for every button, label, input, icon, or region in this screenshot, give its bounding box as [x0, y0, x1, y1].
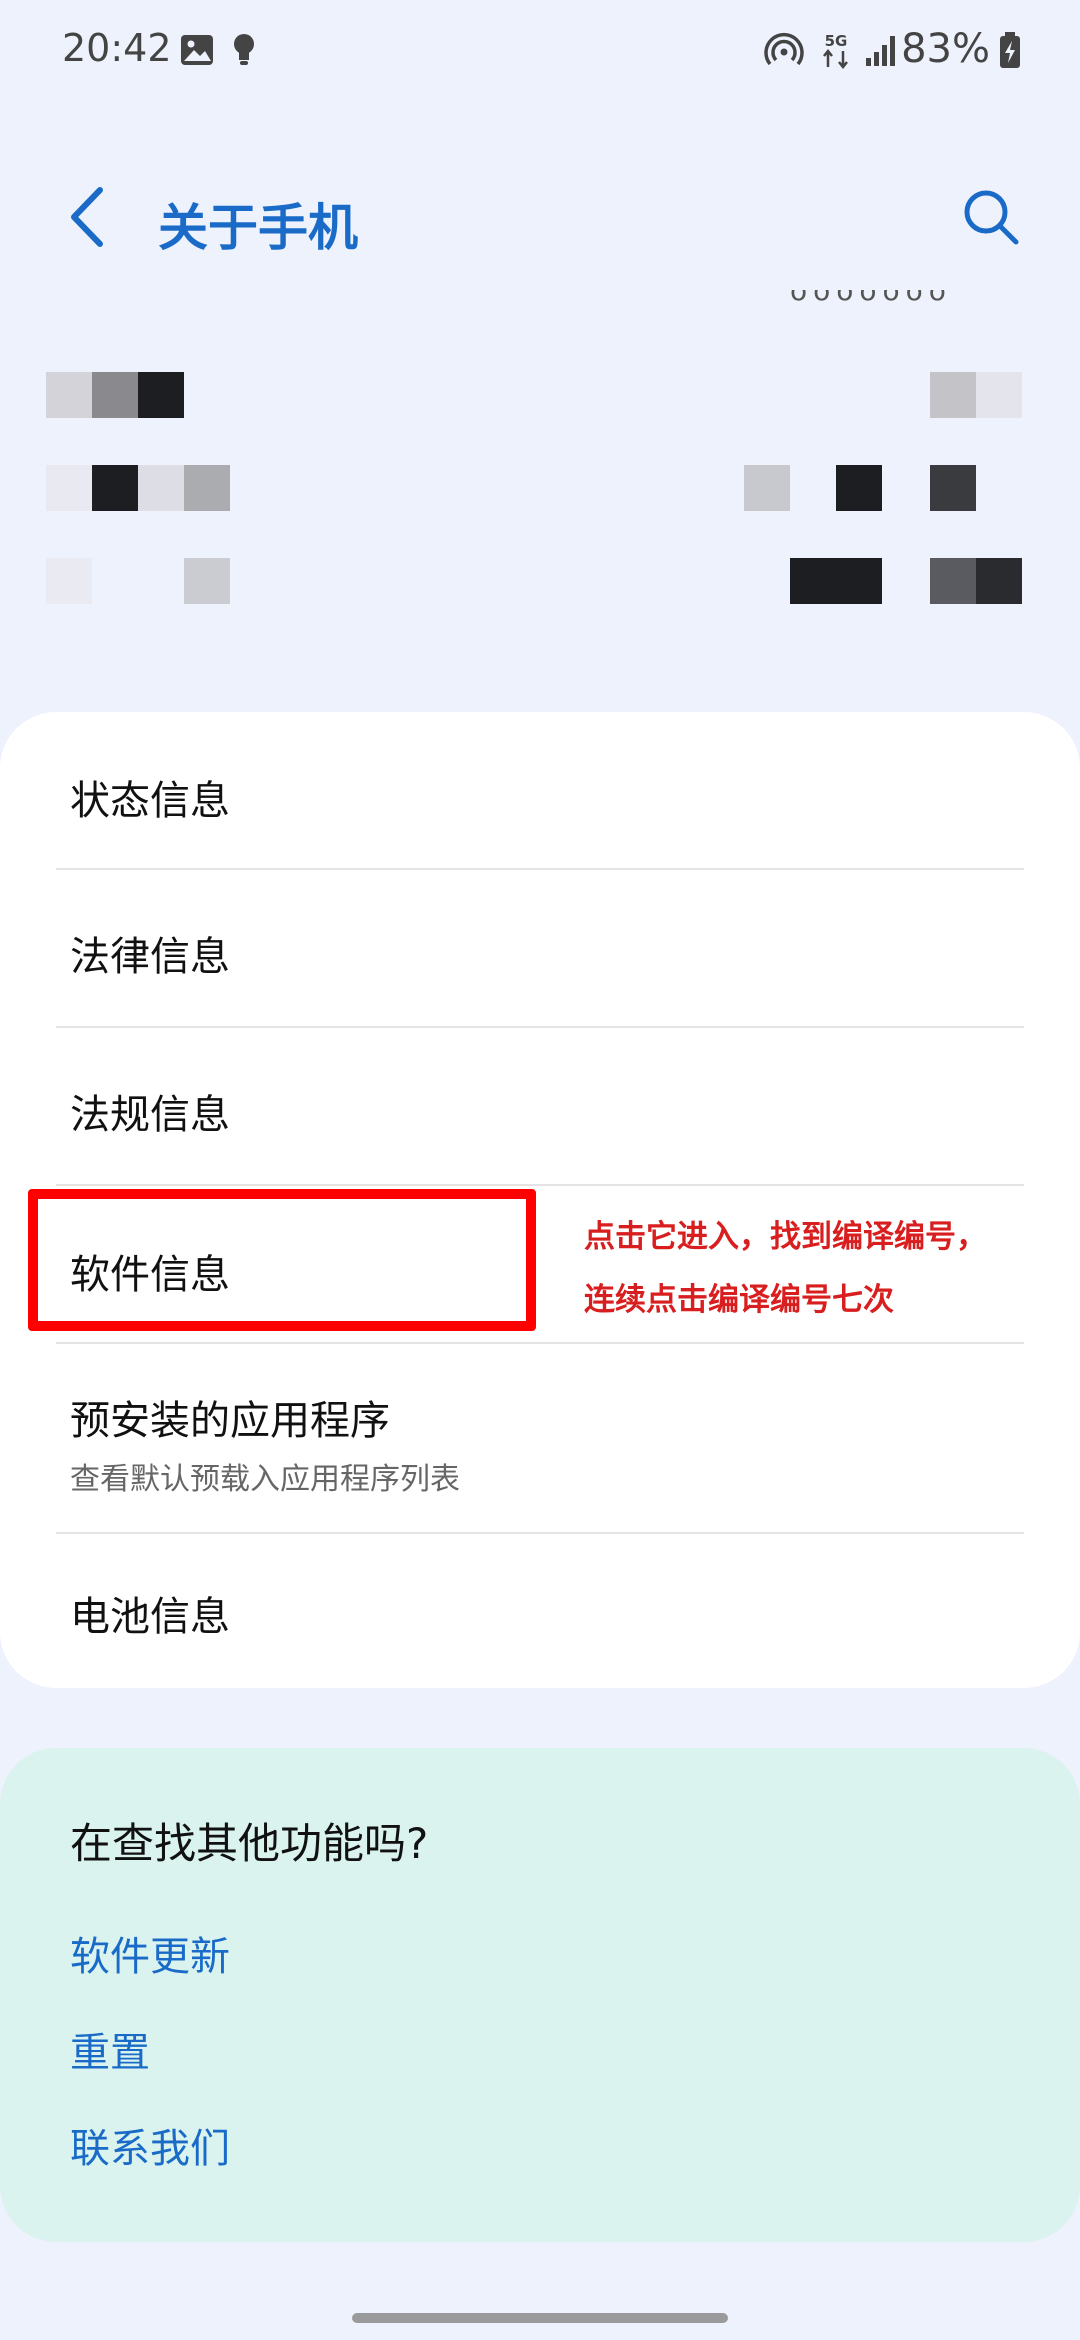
bulb-icon: [234, 34, 254, 65]
list-item-preinstalled-apps[interactable]: 预安装的应用程序 查看默认预载入应用程序列表: [0, 1344, 1080, 1532]
list-item-status-info[interactable]: 状态信息: [0, 712, 1080, 868]
image-icon: [181, 35, 213, 65]
scrolled-text-fragment: ooooooo: [790, 290, 952, 307]
list-item-regulatory-info[interactable]: 法规信息: [0, 1028, 1080, 1184]
status-bar: 20:42 5G 83%: [0, 0, 1080, 100]
svg-text:5G: 5G: [825, 32, 848, 50]
item-title: 状态信息: [70, 778, 230, 824]
annotation-line-2: 连续点击编译编号七次: [584, 1282, 894, 1318]
link-contact-us[interactable]: 联系我们: [70, 2116, 230, 2174]
item-title: 电池信息: [70, 1594, 230, 1640]
highlight-box: [28, 1189, 536, 1331]
item-subtitle: 查看默认预载入应用程序列表: [70, 1462, 460, 1497]
search-icon[interactable]: [956, 182, 1026, 252]
chevron-left-icon[interactable]: [58, 182, 118, 252]
about-phone-screen: 20:42 5G 83% 关于手机 ooooooo 状态信息 法律信息 法规信息…: [0, 0, 1080, 2340]
network-5g-icon: 5G: [823, 32, 848, 70]
help-card: 在查找其他功能吗? 软件更新 重置 联系我们: [0, 1748, 1080, 2242]
hotspot-icon: [764, 33, 804, 66]
list-item-battery-info[interactable]: 电池信息: [0, 1534, 1080, 1688]
list-item-legal-info[interactable]: 法律信息: [0, 870, 1080, 1026]
item-title: 预安装的应用程序: [70, 1398, 390, 1444]
app-header: 关于手机: [0, 150, 1080, 280]
annotation-line-1: 点击它进入，找到编译编号，: [584, 1219, 987, 1255]
battery-percent: 83%: [901, 26, 990, 72]
item-title: 法规信息: [70, 1092, 230, 1138]
gesture-nav-handle[interactable]: [352, 2313, 728, 2323]
help-heading: 在查找其他功能吗?: [70, 1819, 429, 1868]
page-title: 关于手机: [158, 199, 358, 257]
battery-charging-icon: [1000, 32, 1020, 68]
link-software-update[interactable]: 软件更新: [70, 1924, 230, 1982]
tutorial-annotation: 点击它进入，找到编译编号， 连续点击编译编号七次: [584, 1206, 1064, 1332]
signal-icon: [866, 36, 895, 66]
item-title: 法律信息: [70, 934, 230, 980]
link-reset[interactable]: 重置: [70, 2020, 150, 2078]
status-time: 20:42: [62, 26, 172, 70]
